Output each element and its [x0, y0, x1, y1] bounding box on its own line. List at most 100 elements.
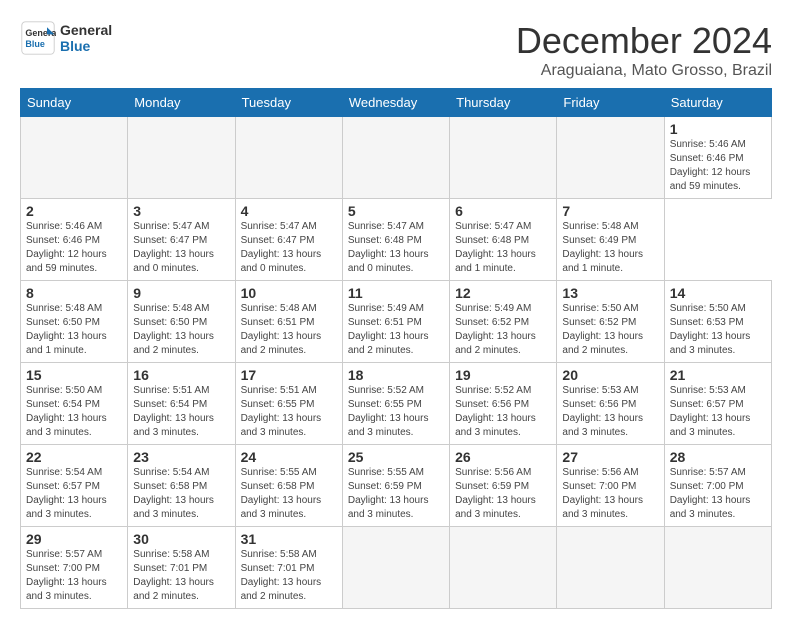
calendar-cell: 5Sunrise: 5:47 AMSunset: 6:48 PMDaylight…: [342, 199, 449, 281]
title-area: December 2024 Araguaiana, Mato Grosso, B…: [516, 20, 772, 80]
day-info: Sunrise: 5:52 AMSunset: 6:56 PMDaylight:…: [455, 384, 551, 440]
day-number: 3: [133, 203, 229, 219]
day-info: Sunrise: 5:58 AMSunset: 7:01 PMDaylight:…: [241, 548, 337, 604]
day-info: Sunrise: 5:55 AMSunset: 6:58 PMDaylight:…: [241, 466, 337, 522]
calendar-cell: 3Sunrise: 5:47 AMSunset: 6:47 PMDaylight…: [128, 199, 235, 281]
day-info: Sunrise: 5:50 AMSunset: 6:54 PMDaylight:…: [26, 384, 122, 440]
calendar-cell: [450, 117, 557, 199]
calendar-cell: [342, 527, 449, 609]
day-info: Sunrise: 5:47 AMSunset: 6:48 PMDaylight:…: [348, 220, 444, 276]
day-number: 31: [241, 531, 337, 547]
calendar-header-wednesday: Wednesday: [342, 89, 449, 117]
day-number: 11: [348, 285, 444, 301]
calendar-cell: 7Sunrise: 5:48 AMSunset: 6:49 PMDaylight…: [557, 199, 664, 281]
calendar-cell: 18Sunrise: 5:52 AMSunset: 6:55 PMDayligh…: [342, 363, 449, 445]
day-number: 17: [241, 367, 337, 383]
day-number: 9: [133, 285, 229, 301]
day-info: Sunrise: 5:49 AMSunset: 6:51 PMDaylight:…: [348, 302, 444, 358]
calendar-cell: 10Sunrise: 5:48 AMSunset: 6:51 PMDayligh…: [235, 281, 342, 363]
day-number: 18: [348, 367, 444, 383]
day-info: Sunrise: 5:50 AMSunset: 6:53 PMDaylight:…: [670, 302, 766, 358]
day-number: 25: [348, 449, 444, 465]
calendar-cell: 11Sunrise: 5:49 AMSunset: 6:51 PMDayligh…: [342, 281, 449, 363]
calendar-cell: 1Sunrise: 5:46 AMSunset: 6:46 PMDaylight…: [664, 117, 771, 199]
day-info: Sunrise: 5:46 AMSunset: 6:46 PMDaylight:…: [26, 220, 122, 276]
calendar-cell: 31Sunrise: 5:58 AMSunset: 7:01 PMDayligh…: [235, 527, 342, 609]
calendar-cell: [557, 527, 664, 609]
day-number: 23: [133, 449, 229, 465]
calendar-cell: 21Sunrise: 5:53 AMSunset: 6:57 PMDayligh…: [664, 363, 771, 445]
month-title: December 2024: [516, 20, 772, 62]
day-info: Sunrise: 5:48 AMSunset: 6:51 PMDaylight:…: [241, 302, 337, 358]
logo-icon: General Blue: [20, 20, 56, 56]
day-info: Sunrise: 5:55 AMSunset: 6:59 PMDaylight:…: [348, 466, 444, 522]
day-info: Sunrise: 5:47 AMSunset: 6:48 PMDaylight:…: [455, 220, 551, 276]
calendar-cell: 28Sunrise: 5:57 AMSunset: 7:00 PMDayligh…: [664, 445, 771, 527]
day-number: 6: [455, 203, 551, 219]
day-number: 2: [26, 203, 122, 219]
logo-area: General Blue General Blue: [20, 20, 112, 56]
day-info: Sunrise: 5:57 AMSunset: 7:00 PMDaylight:…: [26, 548, 122, 604]
calendar-header-friday: Friday: [557, 89, 664, 117]
day-number: 15: [26, 367, 122, 383]
day-number: 10: [241, 285, 337, 301]
calendar-cell: [235, 117, 342, 199]
day-number: 8: [26, 285, 122, 301]
calendar-cell: 23Sunrise: 5:54 AMSunset: 6:58 PMDayligh…: [128, 445, 235, 527]
location-subtitle: Araguaiana, Mato Grosso, Brazil: [516, 62, 772, 80]
day-info: Sunrise: 5:57 AMSunset: 7:00 PMDaylight:…: [670, 466, 766, 522]
day-info: Sunrise: 5:54 AMSunset: 6:58 PMDaylight:…: [133, 466, 229, 522]
calendar-cell: [664, 527, 771, 609]
day-info: Sunrise: 5:48 AMSunset: 6:49 PMDaylight:…: [562, 220, 658, 276]
day-number: 24: [241, 449, 337, 465]
calendar-cell: [128, 117, 235, 199]
calendar-cell: 22Sunrise: 5:54 AMSunset: 6:57 PMDayligh…: [21, 445, 128, 527]
day-info: Sunrise: 5:53 AMSunset: 6:57 PMDaylight:…: [670, 384, 766, 440]
calendar-header-row: SundayMondayTuesdayWednesdayThursdayFrid…: [21, 89, 772, 117]
calendar-header-saturday: Saturday: [664, 89, 771, 117]
day-number: 5: [348, 203, 444, 219]
day-number: 26: [455, 449, 551, 465]
day-number: 19: [455, 367, 551, 383]
calendar-cell: [342, 117, 449, 199]
calendar-cell: 4Sunrise: 5:47 AMSunset: 6:47 PMDaylight…: [235, 199, 342, 281]
calendar-cell: 24Sunrise: 5:55 AMSunset: 6:58 PMDayligh…: [235, 445, 342, 527]
day-number: 27: [562, 449, 658, 465]
day-info: Sunrise: 5:48 AMSunset: 6:50 PMDaylight:…: [133, 302, 229, 358]
calendar-cell: 17Sunrise: 5:51 AMSunset: 6:55 PMDayligh…: [235, 363, 342, 445]
day-number: 12: [455, 285, 551, 301]
calendar-cell: 29Sunrise: 5:57 AMSunset: 7:00 PMDayligh…: [21, 527, 128, 609]
day-number: 21: [670, 367, 766, 383]
calendar-table: SundayMondayTuesdayWednesdayThursdayFrid…: [20, 88, 772, 609]
day-info: Sunrise: 5:54 AMSunset: 6:57 PMDaylight:…: [26, 466, 122, 522]
day-info: Sunrise: 5:47 AMSunset: 6:47 PMDaylight:…: [133, 220, 229, 276]
calendar-cell: [21, 117, 128, 199]
day-info: Sunrise: 5:46 AMSunset: 6:46 PMDaylight:…: [670, 138, 766, 194]
calendar-header-thursday: Thursday: [450, 89, 557, 117]
calendar-header-tuesday: Tuesday: [235, 89, 342, 117]
day-info: Sunrise: 5:52 AMSunset: 6:55 PMDaylight:…: [348, 384, 444, 440]
calendar-cell: 8Sunrise: 5:48 AMSunset: 6:50 PMDaylight…: [21, 281, 128, 363]
day-number: 30: [133, 531, 229, 547]
calendar-cell: 15Sunrise: 5:50 AMSunset: 6:54 PMDayligh…: [21, 363, 128, 445]
calendar-cell: [557, 117, 664, 199]
calendar-header-sunday: Sunday: [21, 89, 128, 117]
day-number: 29: [26, 531, 122, 547]
day-number: 14: [670, 285, 766, 301]
day-number: 13: [562, 285, 658, 301]
day-info: Sunrise: 5:56 AMSunset: 7:00 PMDaylight:…: [562, 466, 658, 522]
day-info: Sunrise: 5:47 AMSunset: 6:47 PMDaylight:…: [241, 220, 337, 276]
day-info: Sunrise: 5:56 AMSunset: 6:59 PMDaylight:…: [455, 466, 551, 522]
day-info: Sunrise: 5:48 AMSunset: 6:50 PMDaylight:…: [26, 302, 122, 358]
day-number: 20: [562, 367, 658, 383]
day-info: Sunrise: 5:49 AMSunset: 6:52 PMDaylight:…: [455, 302, 551, 358]
logo-general: General: [60, 22, 112, 38]
calendar-cell: [450, 527, 557, 609]
day-number: 16: [133, 367, 229, 383]
day-info: Sunrise: 5:50 AMSunset: 6:52 PMDaylight:…: [562, 302, 658, 358]
calendar-cell: 9Sunrise: 5:48 AMSunset: 6:50 PMDaylight…: [128, 281, 235, 363]
day-info: Sunrise: 5:58 AMSunset: 7:01 PMDaylight:…: [133, 548, 229, 604]
svg-text:Blue: Blue: [25, 39, 45, 49]
calendar-cell: 19Sunrise: 5:52 AMSunset: 6:56 PMDayligh…: [450, 363, 557, 445]
day-number: 22: [26, 449, 122, 465]
